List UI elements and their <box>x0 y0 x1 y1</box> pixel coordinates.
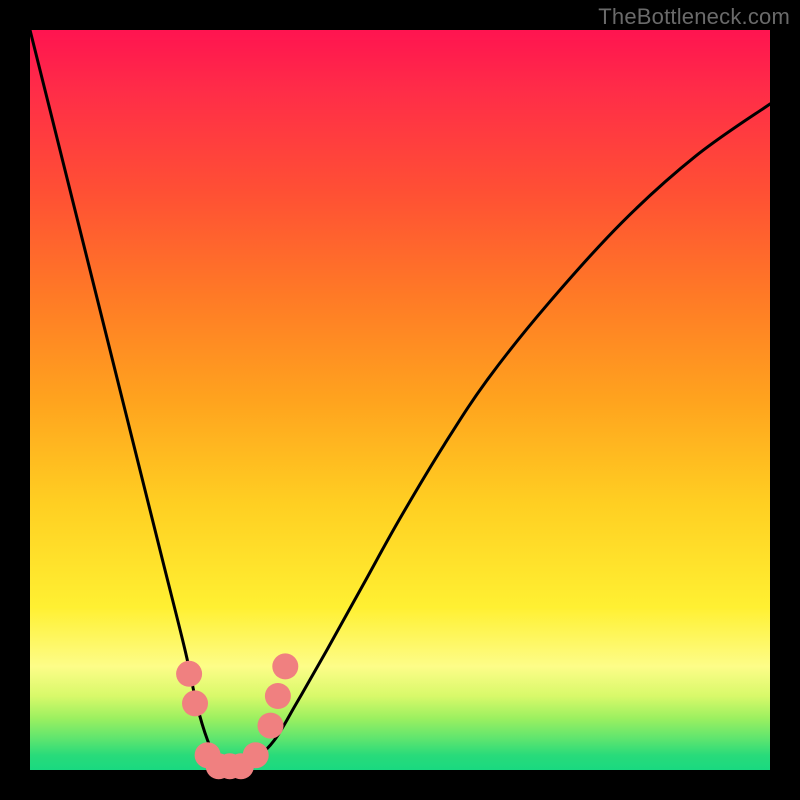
gradient-plot-area <box>30 30 770 770</box>
highlight-bead <box>258 713 284 739</box>
highlight-beads <box>176 653 298 779</box>
watermark-text: TheBottleneck.com <box>598 4 790 30</box>
curve-layer <box>30 30 770 770</box>
bottleneck-curve <box>30 30 770 771</box>
highlight-bead <box>243 742 269 768</box>
highlight-bead <box>176 661 202 687</box>
highlight-bead <box>265 683 291 709</box>
highlight-bead <box>182 690 208 716</box>
chart-frame: TheBottleneck.com <box>0 0 800 800</box>
highlight-bead <box>272 653 298 679</box>
